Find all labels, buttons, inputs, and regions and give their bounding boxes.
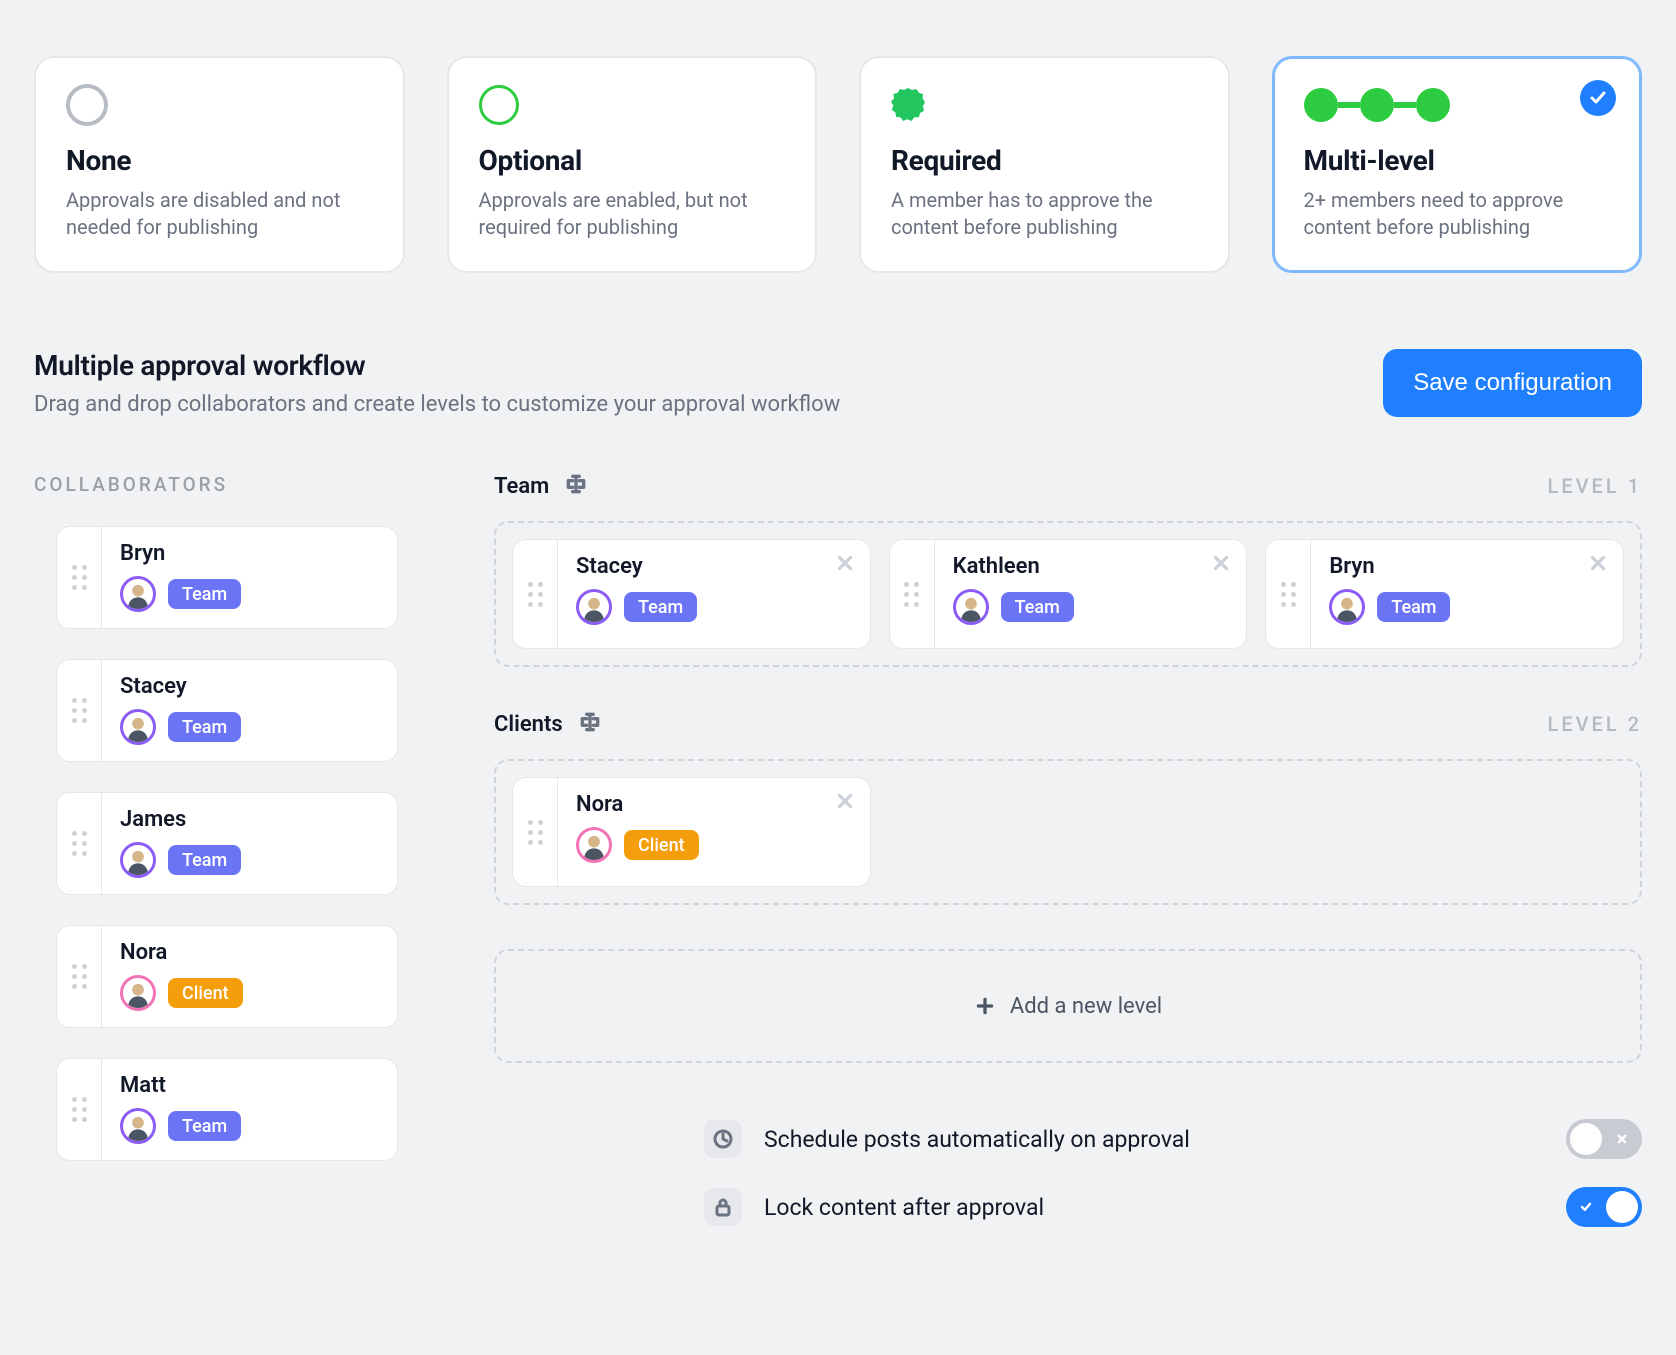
- member-name: Bryn: [120, 541, 379, 566]
- plus-icon: [974, 995, 996, 1017]
- avatar: [576, 589, 612, 625]
- levels-column: Team LEVEL 1 Stacey Team Kathleen Team Bryn Tea…: [494, 473, 1642, 1227]
- level-dropzone[interactable]: Stacey Team Kathleen Team Bryn Team: [494, 521, 1642, 667]
- avatar: [120, 576, 156, 612]
- approval-level: Clients LEVEL 2 Nora Client: [494, 711, 1642, 905]
- option-title: Optional: [479, 144, 786, 177]
- rename-icon[interactable]: [579, 711, 601, 737]
- clock-icon: [704, 1120, 742, 1158]
- role-tag: Client: [168, 978, 243, 1008]
- member-name: Bryn: [1329, 554, 1605, 579]
- toggle-label-lock: Lock content after approval: [764, 1194, 1544, 1221]
- drag-handle-icon[interactable]: [57, 1059, 102, 1160]
- member-name: James: [120, 807, 379, 832]
- collaborator-chip[interactable]: Matt Team: [56, 1058, 398, 1161]
- add-level-label: Add a new level: [1010, 994, 1162, 1019]
- check-circle-icon: [1360, 88, 1394, 122]
- drag-handle-icon[interactable]: [57, 793, 102, 894]
- remove-member-button[interactable]: [1587, 552, 1609, 579]
- member-name: Stacey: [576, 554, 852, 579]
- avatar: [120, 709, 156, 745]
- approval-level: Team LEVEL 1 Stacey Team Kathleen Team Bryn Tea…: [494, 473, 1642, 667]
- check-circle-outline-icon: [479, 85, 519, 125]
- drag-handle-icon[interactable]: [1266, 540, 1311, 648]
- drag-handle-icon[interactable]: [513, 778, 558, 886]
- level-number: LEVEL 2: [1548, 712, 1642, 736]
- empty-circle-icon: [66, 84, 108, 126]
- avatar: [120, 975, 156, 1011]
- section-subtitle: Drag and drop collaborators and create l…: [34, 392, 840, 417]
- avatar: [576, 827, 612, 863]
- role-tag: Team: [168, 1111, 241, 1141]
- member-name: Stacey: [120, 674, 379, 699]
- option-none[interactable]: None Approvals are disabled and not need…: [34, 56, 405, 273]
- avatar: [120, 842, 156, 878]
- drag-handle-icon[interactable]: [57, 926, 102, 1027]
- connector-icon: [1338, 102, 1360, 108]
- collaborator-chip[interactable]: Nora Client: [56, 925, 398, 1028]
- check-circle-icon: [1416, 88, 1450, 122]
- level-member-chip[interactable]: Stacey Team: [512, 539, 871, 649]
- role-tag: Team: [1377, 592, 1450, 622]
- toggle-schedule[interactable]: [1566, 1119, 1642, 1159]
- drag-handle-icon[interactable]: [57, 660, 102, 761]
- selected-check-icon: [1580, 80, 1616, 116]
- member-name: Nora: [576, 792, 852, 817]
- remove-member-button[interactable]: [834, 790, 856, 817]
- option-title: Multi-level: [1304, 144, 1611, 177]
- verified-badge-icon: [891, 88, 925, 122]
- role-tag: Team: [168, 712, 241, 742]
- drag-handle-icon[interactable]: [890, 540, 935, 648]
- role-tag: Team: [1001, 592, 1074, 622]
- option-title: None: [66, 144, 373, 177]
- level-name: Clients: [494, 712, 563, 737]
- drag-handle-icon[interactable]: [513, 540, 558, 648]
- collaborators-heading: COLLABORATORS: [34, 473, 454, 496]
- settings-toggles: Schedule posts automatically on approval…: [704, 1119, 1642, 1227]
- toggle-lock[interactable]: [1566, 1187, 1642, 1227]
- x-icon: [1602, 1131, 1642, 1147]
- toggle-label-schedule: Schedule posts automatically on approval: [764, 1126, 1544, 1153]
- collaborator-chip[interactable]: James Team: [56, 792, 398, 895]
- add-level-button[interactable]: Add a new level: [494, 949, 1642, 1063]
- rename-icon[interactable]: [565, 473, 587, 499]
- level-dropzone[interactable]: Nora Client: [494, 759, 1642, 905]
- check-circle-icon: [1304, 88, 1338, 122]
- connector-icon: [1394, 102, 1416, 108]
- check-icon: [1566, 1199, 1606, 1215]
- save-configuration-button[interactable]: Save configuration: [1383, 349, 1642, 417]
- level-member-chip[interactable]: Kathleen Team: [889, 539, 1248, 649]
- collaborator-chip[interactable]: Bryn Team: [56, 526, 398, 629]
- approval-mode-options: None Approvals are disabled and not need…: [34, 56, 1642, 273]
- member-name: Matt: [120, 1073, 379, 1098]
- role-tag: Client: [624, 830, 699, 860]
- role-tag: Team: [168, 845, 241, 875]
- level-name: Team: [494, 474, 549, 499]
- role-tag: Team: [624, 592, 697, 622]
- option-desc: Approvals are disabled and not needed fo…: [66, 187, 373, 241]
- option-multi-level[interactable]: Multi-level 2+ members need to approve c…: [1272, 56, 1643, 273]
- level-member-chip[interactable]: Bryn Team: [1265, 539, 1624, 649]
- collaborator-chip[interactable]: Stacey Team: [56, 659, 398, 762]
- member-name: Kathleen: [953, 554, 1229, 579]
- option-required[interactable]: Required A member has to approve the con…: [859, 56, 1230, 273]
- role-tag: Team: [168, 579, 241, 609]
- section-title: Multiple approval workflow: [34, 349, 840, 382]
- collaborators-column: COLLABORATORS Bryn Team Stacey Team James Tea…: [34, 473, 454, 1161]
- option-optional[interactable]: Optional Approvals are enabled, but not …: [447, 56, 818, 273]
- option-desc: A member has to approve the content befo…: [891, 187, 1198, 241]
- level-member-chip[interactable]: Nora Client: [512, 777, 871, 887]
- lock-icon: [704, 1188, 742, 1226]
- avatar: [953, 589, 989, 625]
- level-number: LEVEL 1: [1548, 474, 1642, 498]
- option-desc: 2+ members need to approve content befor…: [1304, 187, 1611, 241]
- option-desc: Approvals are enabled, but not required …: [479, 187, 786, 241]
- drag-handle-icon[interactable]: [57, 527, 102, 628]
- option-title: Required: [891, 144, 1198, 177]
- member-name: Nora: [120, 940, 379, 965]
- remove-member-button[interactable]: [834, 552, 856, 579]
- avatar: [120, 1108, 156, 1144]
- remove-member-button[interactable]: [1210, 552, 1232, 579]
- avatar: [1329, 589, 1365, 625]
